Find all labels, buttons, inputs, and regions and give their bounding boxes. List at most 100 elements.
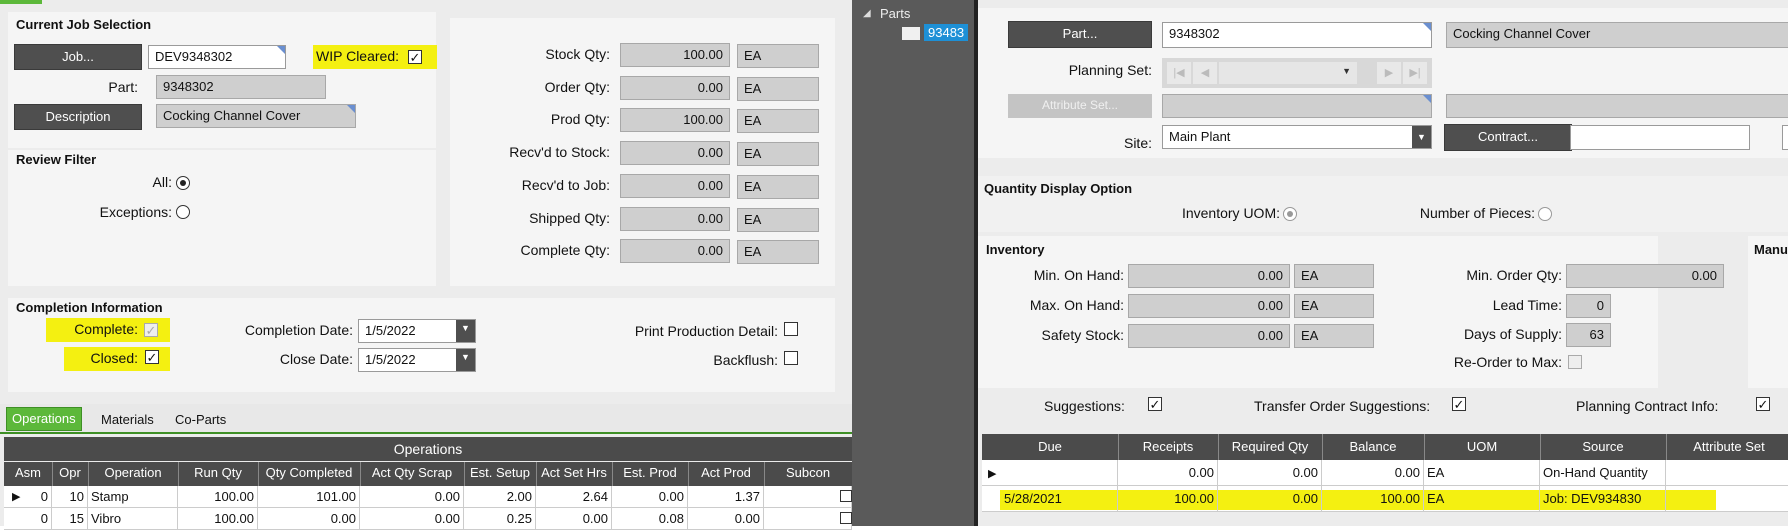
tab-co-parts[interactable]: Co-Parts	[170, 409, 231, 431]
min-order-qty-label: Min. Order Qty:	[1466, 267, 1562, 283]
table-cell: 0.00	[1118, 460, 1218, 485]
inventory-label: Min. On Hand:	[1033, 267, 1124, 283]
description-button[interactable]: Description	[14, 104, 142, 130]
table-row[interactable]: 0 10 Stamp 100.00 101.00 0.00 2.00 2.64 0.00 1.37…	[4, 486, 852, 508]
reorder-to-max-checkbox	[1568, 355, 1582, 369]
min-order-qty-field: 0.00	[1566, 264, 1724, 288]
contract-field[interactable]	[1570, 125, 1750, 150]
days-of-supply-field: 63	[1566, 323, 1611, 347]
planning-contract-label: Planning Contract Info:	[1576, 398, 1719, 414]
table-cell: 0.00	[1322, 460, 1424, 485]
completion-date-field[interactable]: 1/5/2022 ▼	[358, 319, 476, 343]
planning-set-navigator: |◀ ◀ ▼ ▶ ▶|	[1162, 58, 1432, 88]
job-button[interactable]: Job...	[14, 44, 142, 70]
wip-cleared-checkbox[interactable]: ✓	[408, 50, 422, 64]
planning-contract-checkbox[interactable]: ✓	[1756, 397, 1770, 411]
description-field: Cocking Channel Cover	[156, 104, 356, 128]
contract-field-end	[1782, 125, 1788, 150]
tree-expand-icon[interactable]: ◢	[863, 8, 871, 19]
table-cell: On-Hand Quantity	[1540, 460, 1666, 485]
site-dropdown[interactable]: Main Plant ▼	[1162, 125, 1432, 149]
table-row[interactable]: 5/28/2021 100.00 0.00 100.00 EA Job: DEV93483…	[982, 486, 1788, 512]
exceptions-radio[interactable]	[176, 205, 190, 219]
time-phase-column-header: Required Qty	[1218, 434, 1323, 460]
time-phase-column-header: Due	[982, 434, 1119, 460]
time-phase-grid-header: Due Receipts Required Qty Balance UOM Source A…	[982, 434, 1788, 460]
transfer-order-label: Transfer Order Suggestions:	[1254, 398, 1431, 414]
site-value: Main Plant	[1169, 129, 1231, 144]
contract-button[interactable]: Contract...	[1444, 124, 1572, 151]
close-date-label: Close Date:	[279, 351, 353, 367]
inventory-value: 0.00	[1128, 264, 1290, 288]
table-cell	[1666, 460, 1788, 485]
number-of-pieces-radio[interactable]	[1538, 207, 1552, 221]
tab-materials[interactable]: Materials	[96, 409, 159, 431]
tab-operations[interactable]: Operations	[6, 407, 82, 431]
table-row[interactable]: 0.00 0.00 0.00 EA On-Hand Quantity ▶	[982, 460, 1788, 486]
operations-column-header: Act Set Hrs	[536, 462, 613, 486]
subcontract-checkbox[interactable]	[840, 512, 852, 524]
quantity-uom: EA	[737, 174, 819, 199]
quantity-label: Recv'd to Job:	[521, 176, 610, 193]
table-cell: 0.00	[612, 486, 688, 507]
part-window: Part... 9348302 Cocking Channel Cover Pl…	[974, 0, 1788, 526]
quantity-value: 100.00	[620, 108, 730, 133]
complete-label: Complete:	[74, 321, 138, 337]
all-radio[interactable]	[176, 176, 190, 190]
print-production-label: Print Production Detail:	[634, 323, 778, 339]
job-field[interactable]: DEV9348302	[148, 45, 286, 69]
table-cell	[764, 486, 852, 507]
quantity-label: Shipped Qty:	[529, 209, 610, 226]
table-cell: 10	[52, 486, 88, 507]
table-cell: EA	[1424, 486, 1540, 511]
operations-grid-title: Operations	[4, 437, 852, 461]
table-cell: 2.64	[536, 486, 612, 507]
tree-node-93483[interactable]: 93483	[924, 24, 969, 41]
inventory-uom: EA	[1294, 294, 1374, 318]
table-row[interactable]: 0 15 Vibro 100.00 0.00 0.00 0.25 0.00 0.08 0.00	[4, 508, 852, 530]
transfer-order-checkbox[interactable]: ✓	[1452, 397, 1466, 411]
lead-time-field: 0	[1566, 294, 1611, 318]
backflush-checkbox[interactable]	[784, 351, 798, 365]
operations-grid-body: 0 10 Stamp 100.00 101.00 0.00 2.00 2.64 0.00 1.37…	[4, 486, 852, 530]
tree-root-parts[interactable]: Parts	[880, 6, 910, 21]
table-cell: 100.00	[1118, 486, 1218, 511]
completion-date-label: Completion Date:	[244, 322, 353, 338]
part-label: Part:	[108, 79, 138, 95]
inventory-uom-radio[interactable]	[1283, 207, 1297, 221]
tab-strip: Operations Materials Co-Parts	[0, 404, 852, 434]
table-cell: 5/28/2021	[982, 486, 1118, 511]
table-cell: 2.00	[464, 486, 536, 507]
close-date-dropdown-icon[interactable]: ▼	[456, 349, 475, 371]
suggestions-checkbox[interactable]: ✓	[1148, 397, 1162, 411]
planning-set-dropdown: ▼	[1219, 62, 1357, 84]
subcontract-checkbox[interactable]	[840, 490, 852, 502]
quantity-value: 0.00	[620, 206, 730, 231]
planning-set-dropdown-icon: ▼	[1342, 66, 1351, 76]
parts-tree-panel: ◢ Parts 93483	[852, 0, 974, 526]
close-date-field[interactable]: 1/5/2022 ▼	[358, 348, 476, 372]
inventory-uom: EA	[1294, 264, 1374, 288]
current-job-heading: Current Job Selection	[16, 17, 152, 32]
close-date-value: 1/5/2022	[365, 352, 416, 367]
table-cell: 100.00	[178, 486, 258, 507]
table-cell: EA	[1424, 460, 1540, 485]
quantity-uom: EA	[737, 240, 819, 265]
quantity-rows: Stock Qty: 100.00 EA Order Qty: 0.00 EA Prod Q…	[450, 18, 835, 286]
table-cell: 0.00	[1218, 460, 1322, 485]
operations-column-header: Qty Completed	[258, 462, 361, 486]
quantity-uom: EA	[737, 76, 819, 101]
site-dropdown-icon[interactable]: ▼	[1412, 126, 1431, 148]
row-selector-icon[interactable]: ▶	[988, 467, 996, 480]
quantity-uom: EA	[737, 109, 819, 134]
print-production-checkbox[interactable]	[784, 322, 798, 336]
manufacturing-section: Manu	[1748, 236, 1788, 388]
attribute-set-button: Attribute Set...	[1008, 94, 1152, 118]
part-number-field[interactable]: 9348302	[1162, 22, 1432, 48]
backflush-label: Backflush:	[713, 352, 778, 368]
completion-date-dropdown-icon[interactable]: ▼	[456, 320, 475, 342]
closed-checkbox[interactable]: ✓	[145, 350, 159, 364]
part-button[interactable]: Part...	[1008, 21, 1152, 48]
operations-grid-title-text: Operations	[393, 441, 463, 457]
row-selector-icon[interactable]: ▶	[12, 490, 20, 503]
